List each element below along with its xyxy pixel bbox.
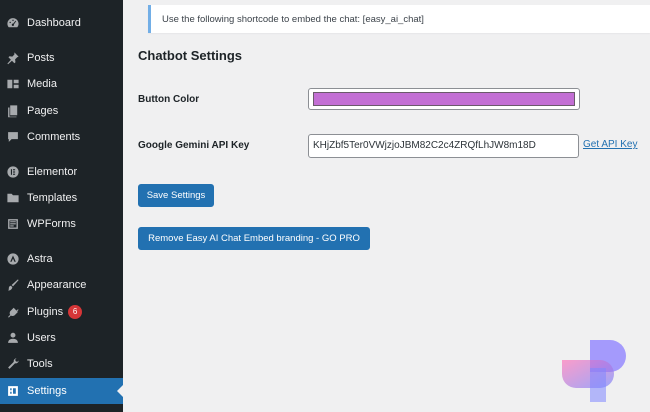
sidebar-item-pages[interactable]: Pages bbox=[0, 98, 123, 124]
sidebar-item-label: Media bbox=[27, 78, 57, 90]
media-icon bbox=[6, 77, 20, 91]
page-title: Chatbot Settings bbox=[138, 48, 242, 63]
sidebar-item-dashboard[interactable]: Dashboard bbox=[0, 10, 123, 36]
paintbrush-icon bbox=[6, 278, 20, 292]
sidebar-item-astra[interactable]: Astra bbox=[0, 246, 123, 272]
save-settings-button[interactable]: Save Settings bbox=[138, 184, 214, 207]
get-api-key-link[interactable]: Get API Key bbox=[583, 139, 637, 150]
sidebar-item-appearance[interactable]: Appearance bbox=[0, 272, 123, 298]
sidebar-item-plugins[interactable]: Plugins 6 bbox=[0, 299, 123, 325]
user-icon bbox=[6, 331, 20, 345]
go-pro-button[interactable]: Remove Easy AI Chat Embed branding - GO … bbox=[138, 227, 370, 250]
sidebar-item-label: Elementor bbox=[27, 166, 78, 178]
api-key-input[interactable]: KHjZbf5Ter0VWjzjoJBM82C2c4ZRQfLhJW8m18D bbox=[308, 134, 579, 158]
shortcode-notice: Use the following shortcode to embed the… bbox=[148, 5, 650, 33]
plug-icon bbox=[6, 305, 20, 319]
api-key-label: Google Gemini API Key bbox=[138, 140, 250, 151]
sidebar-item-label: Comments bbox=[27, 131, 81, 143]
sidebar-item-elementor[interactable]: Elementor bbox=[0, 159, 123, 185]
button-color-picker[interactable] bbox=[308, 88, 580, 110]
folder-icon bbox=[6, 191, 20, 205]
sidebar-item-label: Tools bbox=[27, 358, 53, 370]
sidebar-item-label: Plugins bbox=[27, 306, 64, 318]
sidebar-item-label: Posts bbox=[27, 52, 55, 64]
watermark-logo bbox=[562, 340, 626, 402]
admin-sidebar: Dashboard Posts Media Pages Comments Ele… bbox=[0, 0, 123, 412]
sidebar-item-label: Settings bbox=[27, 385, 67, 397]
forms-icon bbox=[6, 217, 20, 231]
notice-text: Use the following shortcode to embed the… bbox=[162, 13, 424, 25]
sidebar-item-label: Dashboard bbox=[27, 17, 81, 29]
sidebar-item-posts[interactable]: Posts bbox=[0, 45, 123, 71]
sidebar-item-label: Pages bbox=[27, 105, 59, 117]
plugins-update-badge: 6 bbox=[68, 305, 83, 319]
sidebar-item-label: Users bbox=[27, 332, 56, 344]
sidebar-item-comments[interactable]: Comments bbox=[0, 124, 123, 150]
sidebar-item-users[interactable]: Users bbox=[0, 325, 123, 351]
sidebar-item-label: WPForms bbox=[27, 218, 76, 230]
sidebar-item-tools[interactable]: Tools bbox=[0, 351, 123, 377]
wrench-icon bbox=[6, 357, 20, 371]
dashboard-icon bbox=[6, 16, 20, 30]
sidebar-item-templates[interactable]: Templates bbox=[0, 185, 123, 211]
pages-icon bbox=[6, 104, 20, 118]
sidebar-item-media[interactable]: Media bbox=[0, 71, 123, 97]
button-color-label: Button Color bbox=[138, 94, 200, 105]
comment-icon bbox=[6, 130, 20, 144]
sidebar-item-settings[interactable]: Settings bbox=[0, 378, 123, 404]
sidebar-item-wpforms[interactable]: WPForms bbox=[0, 211, 123, 237]
pushpin-icon bbox=[6, 51, 20, 65]
astra-icon bbox=[6, 252, 20, 266]
elementor-icon bbox=[6, 165, 20, 179]
color-swatch bbox=[313, 92, 575, 106]
sidebar-item-label: Astra bbox=[27, 253, 53, 265]
sidebar-item-label: Appearance bbox=[27, 279, 87, 291]
sidebar-item-label: Templates bbox=[27, 192, 78, 204]
settings-icon bbox=[6, 384, 20, 398]
